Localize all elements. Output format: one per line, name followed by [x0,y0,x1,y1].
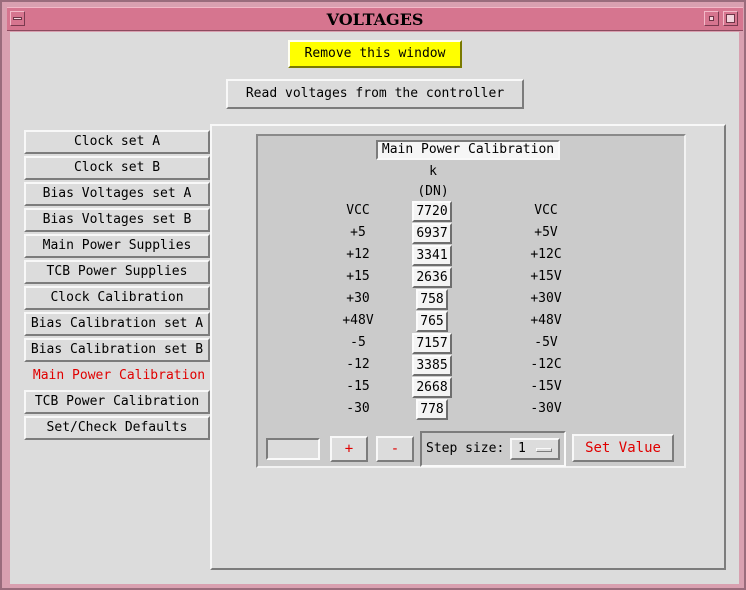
window-content: Remove this window Read voltages from th… [10,32,739,584]
row-label: -5 [350,335,366,350]
table-row: +30 758 +30V [258,288,688,310]
step-size-label: Step size: [426,441,505,456]
sidebar-item-clock-set-a[interactable]: Clock set A [24,130,210,154]
sidebar-item-bias-calibration-set-b[interactable]: Bias Calibration set B [24,338,210,362]
read-voltages-button[interactable]: Read voltages from the controller [226,79,524,109]
table-row: VCC 7720 VCC [258,200,688,222]
sidebar-item-bias-voltages-set-a[interactable]: Bias Voltages set A [24,182,210,206]
k-value-field[interactable]: 7720 [412,201,452,222]
row-label: -15 [346,379,370,394]
table-row: -15 2668 -15V [258,376,688,398]
step-size-value: 1 [518,441,526,456]
window-frame: VOLTAGES Remove this window Read voltage… [0,0,746,590]
option-menu-indicator-icon [536,448,552,452]
sidebar-item-clock-set-b[interactable]: Clock set B [24,156,210,180]
window-title: VOLTAGES [326,10,424,29]
table-row: +48V 765 +48V [258,310,688,332]
tab-panel: Main Power Calibration k (DN) VCC 7720 V… [210,124,726,570]
table-row: +5 6937 +5V [258,222,688,244]
minimize-icon [709,16,714,21]
set-value-button[interactable]: Set Value [572,434,674,462]
k-value-field[interactable]: 765 [416,311,448,332]
k-value-field[interactable]: 3385 [412,355,452,376]
row-label: +30 [346,291,370,306]
maximize-button[interactable] [723,11,738,26]
remove-window-button[interactable]: Remove this window [288,40,462,68]
increment-button[interactable]: + [330,436,368,462]
k-value-field[interactable]: 2668 [412,377,452,398]
row-output-label: -30V [530,401,562,416]
row-label: -12 [346,357,370,372]
row-label: -30 [346,401,370,416]
table-row: +12 3341 +12C [258,244,688,266]
step-size-select[interactable]: 1 [510,438,560,460]
minimize-button[interactable] [704,11,719,26]
sidebar-item-main-power-calibration[interactable]: Main Power Calibration [24,364,214,388]
maximize-icon [726,14,735,23]
sidebar-item-tcb-power-calibration[interactable]: TCB Power Calibration [24,390,210,414]
row-output-label: -5V [534,335,558,350]
step-size-group: Step size: 1 [420,431,566,467]
table-row: -30 778 -30V [258,398,688,420]
row-output-label: +15V [530,269,562,284]
k-value-field[interactable]: 3341 [412,245,452,266]
sidebar-item-clock-calibration[interactable]: Clock Calibration [24,286,210,310]
sidebar-item-main-power-supplies[interactable]: Main Power Supplies [24,234,210,258]
k-value-field[interactable]: 6937 [412,223,452,244]
row-output-label: -15V [530,379,562,394]
row-output-label: +12C [530,247,562,262]
k-value-field[interactable]: 758 [416,289,448,310]
value-entry-field[interactable] [266,438,320,460]
row-output-label: -12C [530,357,562,372]
row-label: VCC [346,203,370,218]
row-label: +48V [342,313,374,328]
k-value-field[interactable]: 7157 [412,333,452,354]
row-output-label: +5V [534,225,558,240]
sidebar-item-bias-voltages-set-b[interactable]: Bias Voltages set B [24,208,210,232]
title-bar[interactable]: VOLTAGES [7,7,743,31]
row-label: +12 [346,247,370,262]
sidebar-item-set-check-defaults[interactable]: Set/Check Defaults [24,416,210,440]
row-output-label: +48V [530,313,562,328]
row-label: +5 [350,225,366,240]
row-output-label: +30V [530,291,562,306]
column-header-unit: (DN) [417,184,449,199]
k-value-field[interactable]: 2636 [412,267,452,288]
row-output-label: VCC [534,203,558,218]
k-value-field[interactable]: 778 [416,399,448,420]
table-row: -5 7157 -5V [258,332,688,354]
calibration-group: Main Power Calibration k (DN) VCC 7720 V… [256,134,686,468]
decrement-button[interactable]: - [376,436,414,462]
sidebar-item-bias-calibration-set-a[interactable]: Bias Calibration set A [24,312,210,336]
calibration-title: Main Power Calibration [376,140,560,160]
row-label: +15 [346,269,370,284]
column-header-k: k [429,164,437,179]
sidebar-item-tcb-power-supplies[interactable]: TCB Power Supplies [24,260,210,284]
table-row: -12 3385 -12C [258,354,688,376]
table-row: +15 2636 +15V [258,266,688,288]
